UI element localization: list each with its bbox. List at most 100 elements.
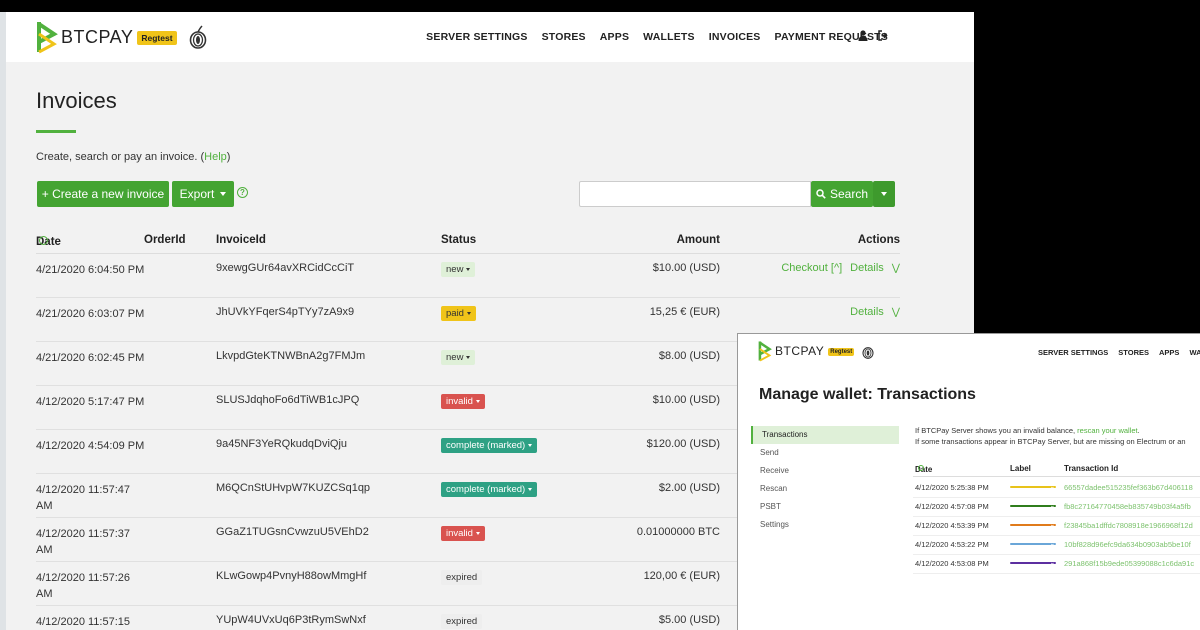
nav-invoices[interactable]: INVOICES xyxy=(709,31,761,43)
details-link[interactable]: Details xyxy=(850,306,884,318)
transaction-row[interactable]: 4/12/2020 4:57:08 PM merchant 1 × fb8c27164… xyxy=(913,498,1200,517)
regtest-badge: Regtest xyxy=(828,348,855,356)
search-options-dropdown[interactable] xyxy=(873,181,895,207)
status-badge: expired xyxy=(441,614,483,629)
transaction-date: 4/12/2020 4:53:22 PM xyxy=(915,540,989,549)
sidebar-item-psbt[interactable]: PSBT xyxy=(751,498,899,516)
invoice-amount: $5.00 (USD) xyxy=(658,614,720,626)
export-label: Export xyxy=(179,187,215,201)
sidebar-item-transactions[interactable]: Transactions xyxy=(751,426,899,444)
status-cell: new xyxy=(441,262,476,277)
question-icon[interactable]: ? xyxy=(237,187,248,198)
title-underline xyxy=(36,130,76,133)
remove-label-icon[interactable]: × xyxy=(1051,505,1054,511)
nav-stores[interactable]: STORES xyxy=(542,31,586,43)
wallet-top-navbar: BTCPAY Regtest SERVER SETTINGS STORES AP… xyxy=(738,334,1200,372)
transaction-label-badge[interactable]: joe × xyxy=(1010,524,1056,534)
status-badge[interactable]: new xyxy=(441,262,476,277)
transaction-row[interactable]: 4/12/2020 4:53:22 PM caren × 10bf828d96efc9… xyxy=(913,536,1200,555)
sidebar-item-send[interactable]: Send xyxy=(751,444,899,462)
info-line-2: If some transactions appear in BTCPay Se… xyxy=(915,437,1186,446)
invoice-id: 9a45NF3YeRQkudqDviQju xyxy=(216,438,348,450)
status-badge[interactable]: invalid xyxy=(441,394,485,409)
invoice-table-header: Date OrderId InvoiceId Status Amount Act… xyxy=(36,232,900,254)
invoice-amount: 15,25 € (EUR) xyxy=(649,306,720,318)
caret-down-icon xyxy=(466,356,471,359)
transaction-label-badge[interactable]: exchange × xyxy=(1010,486,1056,496)
logout-icon[interactable] xyxy=(878,30,888,41)
double-chevron-down-icon[interactable]: ⋁ xyxy=(892,307,900,318)
btcpay-logo[interactable]: BTCPAY Regtest xyxy=(36,20,207,54)
status-badge[interactable]: complete (marked) xyxy=(441,482,538,497)
status-badge[interactable]: invalid xyxy=(441,526,485,541)
table-row[interactable]: 4/21/2020 6:04:50 PM 9xewgGUr64avXRCidCcC… xyxy=(36,254,900,298)
sidebar-item-rescan[interactable]: Rescan xyxy=(751,480,899,498)
help-link[interactable]: Help xyxy=(204,151,227,163)
btcpay-logo[interactable]: BTCPAY Regtest xyxy=(758,340,874,362)
label-text: merchant 2 xyxy=(1013,566,1041,572)
invoice-amount: 120,00 € (EUR) xyxy=(643,570,720,582)
label-text: exchange xyxy=(1013,490,1037,496)
nav-apps[interactable]: APPS xyxy=(1159,348,1179,357)
transaction-id-link[interactable]: 66557dadee515235fef363b67d406118 xyxy=(1064,483,1193,492)
transaction-id-link[interactable]: 10bf828d96efc9da634b0903ab5be10f xyxy=(1064,540,1191,549)
search-icon xyxy=(816,189,826,199)
label-text: joe xyxy=(1013,528,1021,534)
status-label: invalid xyxy=(446,396,473,407)
transaction-row[interactable]: 4/12/2020 4:53:08 PM merchant 2 × 291a868f1… xyxy=(913,555,1200,574)
status-badge[interactable]: paid xyxy=(441,306,476,321)
details-link[interactable]: Details xyxy=(850,262,884,274)
invoice-date: 4/12/2020 11:57:37 AM xyxy=(36,528,130,556)
nav-server-settings[interactable]: SERVER SETTINGS xyxy=(1038,348,1108,357)
transaction-label-badge[interactable]: caren × xyxy=(1010,543,1056,553)
nav-server-settings[interactable]: SERVER SETTINGS xyxy=(426,31,527,43)
regtest-badge: Regtest xyxy=(137,31,177,45)
double-chevron-down-icon[interactable]: ⋁ xyxy=(892,263,900,274)
remove-label-icon[interactable]: × xyxy=(1051,543,1054,549)
status-label: expired xyxy=(446,572,478,583)
nav-stores[interactable]: STORES xyxy=(1118,348,1149,357)
rescan-wallet-link[interactable]: rescan your wallet xyxy=(1077,426,1137,435)
search-label: Search xyxy=(829,187,869,201)
remove-label-icon[interactable]: × xyxy=(1051,486,1054,492)
transaction-id-link[interactable]: 291a868f15b9ede05399088c1c6da91c xyxy=(1064,559,1194,568)
create-invoice-button[interactable]: + Create a new invoice xyxy=(37,181,169,207)
invoice-id: KLwGowp4PvnyH88owMmgHf xyxy=(216,570,367,582)
invoice-amount: $10.00 (USD) xyxy=(652,262,720,274)
transaction-label-badge[interactable]: merchant 2 × xyxy=(1010,562,1056,572)
col-orderid: OrderId xyxy=(144,234,186,246)
invoice-id: SLUSJdqhoFo6dTiWB1cJPQ xyxy=(216,394,360,406)
nav-wallets[interactable]: WALLETS xyxy=(643,31,695,43)
transaction-label-badge[interactable]: merchant 1 × xyxy=(1010,505,1056,515)
status-label: invalid xyxy=(446,528,473,539)
status-badge[interactable]: new xyxy=(441,350,476,365)
tor-onion-icon xyxy=(862,347,874,359)
sidebar-item-settings[interactable]: Settings xyxy=(751,516,899,534)
status-badge[interactable]: complete (marked) xyxy=(441,438,538,453)
invoice-date: 4/12/2020 5:17:47 PM xyxy=(36,396,145,408)
checkout-link[interactable]: Checkout [^] xyxy=(781,262,842,274)
brand-name: BTCPAY xyxy=(61,26,134,47)
invoice-id: YUpW4UVxUq6P3tRymSwNxf xyxy=(216,614,366,626)
status-label: complete (marked) xyxy=(446,440,526,451)
transaction-row[interactable]: 4/12/2020 4:53:39 PM joe × f23845ba1dffdc78… xyxy=(913,517,1200,536)
invoice-amount: $2.00 (USD) xyxy=(658,482,720,494)
remove-label-icon[interactable]: × xyxy=(1051,562,1054,568)
sidebar-item-receive[interactable]: Receive xyxy=(751,462,899,480)
export-button[interactable]: Export xyxy=(172,181,234,207)
status-cell: complete (marked) xyxy=(441,438,538,453)
transaction-date: 4/12/2020 4:53:39 PM xyxy=(915,521,989,530)
caret-down-icon xyxy=(475,532,480,535)
remove-label-icon[interactable]: × xyxy=(1051,524,1054,530)
search-button[interactable]: Search xyxy=(811,181,873,207)
transaction-id-link[interactable]: fb8c27164770458eb835749b03f4a5fb xyxy=(1064,502,1191,511)
nav-apps[interactable]: APPS xyxy=(600,31,629,43)
search-input[interactable] xyxy=(579,181,811,207)
user-icon[interactable] xyxy=(858,30,868,41)
btcpay-logo-icon xyxy=(37,22,58,54)
label-text: merchant 1 xyxy=(1013,509,1041,515)
transaction-id-link[interactable]: f23845ba1dffdc7808918e1966968f12d xyxy=(1064,521,1193,530)
info-line-1: If BTCPay Server shows you an invalid ba… xyxy=(915,425,1186,436)
transaction-row[interactable]: 4/12/2020 5:25:38 PM exchange × 66557dadee5… xyxy=(913,479,1200,498)
nav-wallets[interactable]: WALLET xyxy=(1189,348,1200,357)
